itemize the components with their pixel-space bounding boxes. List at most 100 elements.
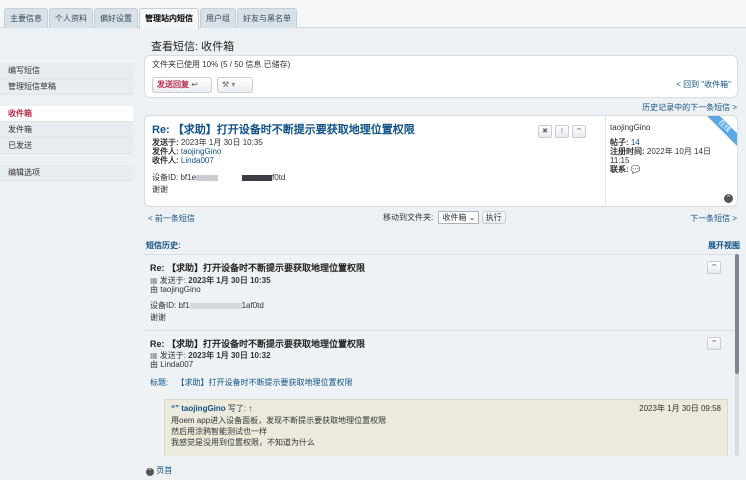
history-item: Re: 【求助】打开设备时不断提示要获取地理位置权限 ▦ 发送于: 2023年 …: [144, 254, 738, 328]
tab-private-messages[interactable]: 管理站内短信: [139, 8, 199, 29]
sidebar-item-drafts[interactable]: 管理短信草稿: [0, 79, 133, 95]
tab-profile[interactable]: 个人资料: [49, 8, 93, 28]
quote-date: 2023年 1月 30日 09:58: [639, 404, 721, 413]
reply-icon: ↩: [191, 80, 198, 89]
history-title: Re: 【求助】打开设备时不断提示要获取地理位置权限: [150, 339, 366, 349]
history-body-thanks: 谢谢: [150, 313, 166, 322]
from-value[interactable]: taojingGino: [181, 147, 221, 156]
sidebar-item-compose[interactable]: 编写短信: [0, 63, 133, 79]
history-by-label: 由: [150, 360, 158, 369]
history-scrollbar[interactable]: [735, 254, 739, 456]
back-to-top-link[interactable]: ⌃ 页首: [146, 465, 172, 476]
subject-label: 标题:: [150, 378, 169, 387]
back-to-inbox-link[interactable]: < 回到 "收件箱": [676, 79, 731, 90]
history-body-suffix: 1af0td: [241, 301, 264, 310]
sent-value: 2023年 1月 30日 10:35: [180, 138, 263, 147]
tools-dropdown[interactable]: ⚒ ▾: [217, 77, 253, 93]
chevron-down-icon: ⌄: [468, 213, 476, 222]
quote-line: 然后用涂鸦智能测试也一样: [171, 427, 267, 436]
next-in-history-link[interactable]: 历史记录中的下一条短信 >: [642, 102, 737, 113]
doc-icon: ▦: [150, 276, 158, 285]
body-thanks: 谢谢: [152, 185, 168, 194]
sent-label: 发送于:: [152, 138, 179, 147]
body-device-id-prefix: 设备ID: bf1e: [152, 173, 197, 182]
sidebar-item-options[interactable]: 编辑选项: [0, 165, 133, 181]
divider: [605, 116, 606, 206]
tab-bar: 主要信息 个人资料 偏好设置 管理站内短信 用户组 好友与黑名单: [0, 0, 746, 29]
posts-label: 帖子:: [610, 138, 629, 147]
history-sent-label: 发送于:: [159, 276, 187, 285]
tab-friends-foes[interactable]: 好友与黑名单: [237, 8, 297, 28]
history-sent-value: 2023年 1月 30日 10:32: [188, 351, 271, 360]
sidebar-item-sent[interactable]: 已发送: [0, 138, 133, 154]
folder-select[interactable]: 收件箱 ⌄: [438, 211, 480, 224]
message-panel: Re: 【求助】打开设备时不断提示要获取地理位置权限 发送于: 2023年 1月…: [144, 115, 738, 207]
sidebar-item-outbox[interactable]: 发件箱: [0, 122, 133, 138]
sidebar-options: 编辑选项: [0, 165, 133, 181]
joined-label: 注册时间:: [610, 147, 645, 156]
to-label: 收件人:: [152, 156, 179, 165]
history-subject: 标题: 【求助】打开设备时不断提示要获取地理位置权限: [150, 378, 352, 387]
subject-value[interactable]: 【求助】打开设备时不断提示要获取地理位置权限: [176, 378, 352, 387]
back-to-top-icon: ⌃: [146, 468, 154, 476]
history-by-value[interactable]: Linda007: [160, 360, 193, 369]
next-message-link[interactable]: 下一条短信 >: [690, 213, 737, 224]
quote-body: 用oem app进入设备面板，发现不断提示要获取地理位置权限 然后用涂鸦智能测试…: [171, 415, 386, 448]
report-icon[interactable]: !: [555, 125, 569, 138]
expand-view-link[interactable]: 展开视图: [708, 240, 740, 251]
history-label: 短信历史:: [146, 241, 181, 250]
quote-icon[interactable]: “”: [572, 125, 586, 138]
author-profile: taojingGino 帖子: 14 注册时间: 2022年 10月 14日 1…: [610, 123, 720, 174]
prev-message-link[interactable]: < 前一条短信: [148, 213, 195, 224]
tab-preferences[interactable]: 偏好设置: [94, 8, 138, 28]
tab-usergroups[interactable]: 用户组: [200, 8, 236, 28]
quote-icon[interactable]: “”: [707, 337, 721, 350]
page-title: 查看短信: 收件箱: [151, 41, 235, 53]
chevron-down-icon: ▾: [231, 80, 236, 89]
quote-box: “” taojingGino 写了: ↑ 2023年 1月 30日 09:58 …: [164, 399, 728, 456]
history-meta: ▦ 发送于: 2023年 1月 30日 10:35 由 taojingGino: [150, 276, 271, 294]
move-folder: 移动到文件夹: 收件箱 ⌄ 执行: [383, 211, 506, 224]
jump-up-icon[interactable]: ↑: [248, 404, 252, 413]
sidebar-folders: 收件箱 发件箱 已发送: [0, 106, 133, 154]
delete-icon[interactable]: ✖: [538, 125, 552, 138]
quote-author[interactable]: taojingGino: [181, 404, 225, 413]
quote-icon-mark: “”: [171, 404, 179, 413]
quote-line: 我感觉是没用到位置权限，不知道为什么: [171, 438, 315, 447]
folder-status: 文件夹已使用 10% (5 / 50 信息 已储存): [152, 60, 291, 69]
history-by-value[interactable]: taojingGino: [160, 285, 200, 294]
move-label: 移动到文件夹:: [383, 213, 434, 222]
posts-value[interactable]: 14: [631, 138, 640, 147]
contact-label: 联系:: [610, 165, 629, 174]
doc-icon: ▦: [150, 351, 158, 360]
sidebar: 编写短信 管理短信草稿: [0, 63, 133, 95]
history-title: Re: 【求助】打开设备时不断提示要获取地理位置权限: [150, 263, 366, 273]
history-scrollbar-thumb[interactable]: [735, 254, 739, 374]
history-by-label: 由: [150, 285, 158, 294]
quote-line: 用oem app进入设备面板，发现不断提示要获取地理位置权限: [171, 416, 387, 425]
contact-icon[interactable]: 💬: [631, 165, 641, 174]
redacted-block: [242, 174, 273, 181]
history-sent-value: 2023年 1月 30日 10:35: [188, 276, 271, 285]
online-badge: 在线: [707, 116, 737, 146]
back-to-top-icon[interactable]: ⌃: [724, 194, 733, 203]
to-value[interactable]: Linda007: [181, 156, 214, 165]
quote-icon[interactable]: “”: [707, 261, 721, 274]
profile-username[interactable]: taojingGino: [610, 123, 720, 132]
body-device-id-suffix: f0td: [272, 173, 286, 182]
online-ribbon: 在线: [707, 116, 737, 146]
message-title: Re: 【求助】打开设备时不断提示要获取地理位置权限: [152, 124, 415, 136]
redacted-blur: [196, 174, 219, 181]
reply-button[interactable]: 发送回复 ↩: [152, 77, 212, 93]
wrench-icon: ⚒: [222, 80, 230, 89]
history-body: 设备ID: bf1 1af0td 谢谢: [150, 301, 264, 322]
quote-wrote: 写了:: [227, 404, 247, 413]
go-button[interactable]: 执行: [481, 211, 506, 224]
message-meta: 发送于: 2023年 1月 30日 10:35 发件人: taojingGino…: [152, 138, 263, 165]
sidebar-item-inbox[interactable]: 收件箱: [0, 106, 133, 122]
reply-button-label: 发送回复: [157, 80, 189, 89]
tab-overview[interactable]: 主要信息: [4, 8, 48, 28]
redacted-blur: [189, 302, 242, 309]
history-body-prefix: 设备ID: bf1: [150, 301, 190, 310]
top-link-label: 页首: [156, 466, 173, 475]
